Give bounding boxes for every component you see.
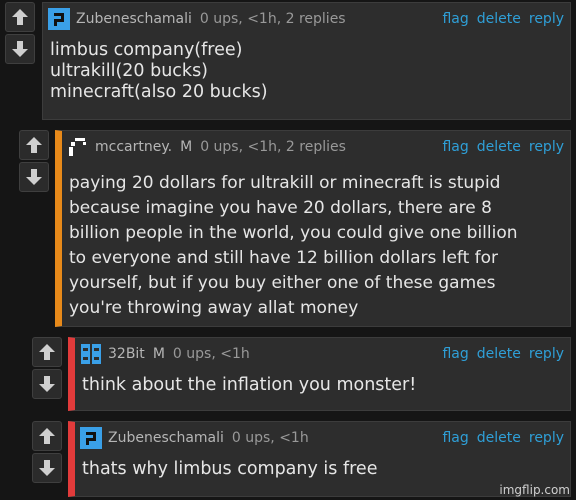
username[interactable]: Zubeneschamali	[108, 430, 224, 446]
flag-link[interactable]: flag	[442, 346, 468, 362]
downvote-button[interactable]	[32, 369, 62, 399]
downvote-button[interactable]	[5, 34, 35, 64]
downvote-icon	[39, 376, 55, 392]
comment-header: mccartney. M 0 ups, <1h, 2 replies flag …	[67, 136, 564, 158]
comment-line: minecraft(also 20 bucks)	[50, 82, 268, 102]
mod-badge: M	[152, 346, 165, 362]
comment-box: Zubeneschamali 0 ups, <1h, 2 replies fla…	[42, 2, 571, 120]
comment: mccartney. M 0 ups, <1h, 2 replies flag …	[19, 130, 571, 328]
comment-line: paying 20 dollars for ultrakill or minec…	[69, 173, 501, 193]
delete-link[interactable]: delete	[477, 346, 521, 362]
reply-link[interactable]: reply	[529, 346, 564, 362]
vote-controls	[19, 130, 53, 194]
comment-line: because imagine you have 20 dollars, the…	[69, 198, 492, 218]
comment-line: think about the inflation you monster!	[82, 375, 417, 395]
comment-body: thats why limbus company is free	[82, 459, 562, 480]
username[interactable]: 32Bit	[108, 346, 145, 362]
comment-meta: 0 ups, <1h, 2 replies	[200, 139, 346, 155]
comment: 32Bit M 0 ups, <1h flag delete reply thi…	[32, 337, 571, 412]
mod-badge: M	[180, 139, 193, 155]
vote-controls	[32, 421, 66, 485]
comment-line: to everyone and still have 12 billion do…	[69, 248, 499, 268]
downvote-icon	[26, 169, 42, 185]
watermark: imgflip.com	[499, 483, 570, 497]
avatar[interactable]	[80, 427, 102, 449]
flag-link[interactable]: flag	[442, 139, 468, 155]
username[interactable]: mccartney.	[95, 139, 172, 155]
downvote-button[interactable]	[19, 162, 49, 192]
upvote-icon	[39, 344, 55, 360]
reply-link[interactable]: reply	[529, 139, 564, 155]
flag-link[interactable]: flag	[442, 430, 468, 446]
comment-body: limbus company(free) ultrakill(20 bucks)…	[50, 40, 562, 103]
downvote-button[interactable]	[32, 453, 62, 483]
comment-line: billion people in the world, you could g…	[69, 223, 518, 243]
avatar[interactable]	[80, 343, 102, 365]
comment-box: 32Bit M 0 ups, <1h flag delete reply thi…	[68, 337, 571, 411]
upvote-icon	[39, 428, 55, 444]
comment-box: mccartney. M 0 ups, <1h, 2 replies flag …	[55, 130, 571, 327]
comment-line: you're throwing away allat money	[69, 298, 359, 318]
username[interactable]: Zubeneschamali	[76, 11, 192, 27]
delete-link[interactable]: delete	[477, 11, 521, 27]
comment: Zubeneschamali 0 ups, <1h flag delete re…	[32, 421, 571, 497]
comment-body: think about the inflation you monster!	[82, 375, 562, 396]
reply-link[interactable]: reply	[529, 430, 564, 446]
comment-line: thats why limbus company is free	[82, 459, 378, 479]
comment: Zubeneschamali 0 ups, <1h, 2 replies fla…	[5, 2, 571, 122]
upvote-button[interactable]	[19, 130, 49, 160]
comment-header: Zubeneschamali 0 ups, <1h, 2 replies fla…	[48, 8, 564, 30]
delete-link[interactable]: delete	[477, 139, 521, 155]
comment-line: limbus company(free)	[50, 40, 243, 60]
comment-header: Zubeneschamali 0 ups, <1h flag delete re…	[80, 427, 564, 449]
comment-meta: 0 ups, <1h, 2 replies	[199, 11, 346, 27]
comment-meta: 0 ups, <1h	[172, 346, 250, 362]
delete-link[interactable]: delete	[477, 430, 521, 446]
comment-line: yourself, but if you buy either one of t…	[69, 273, 496, 293]
vote-controls	[32, 337, 66, 401]
upvote-icon	[26, 137, 42, 153]
comment-actions: flag delete reply	[442, 139, 564, 155]
upvote-icon	[12, 9, 28, 25]
flag-link[interactable]: flag	[442, 11, 468, 27]
comment-meta: 0 ups, <1h	[231, 430, 309, 446]
comment-actions: flag delete reply	[442, 346, 564, 362]
downvote-icon	[39, 460, 55, 476]
avatar[interactable]	[48, 8, 70, 30]
upvote-button[interactable]	[32, 337, 62, 367]
comment-header: 32Bit M 0 ups, <1h flag delete reply	[80, 343, 564, 365]
vote-controls	[5, 2, 39, 66]
comment-box: Zubeneschamali 0 ups, <1h flag delete re…	[68, 421, 571, 497]
avatar[interactable]	[67, 136, 89, 158]
downvote-icon	[12, 41, 28, 57]
upvote-button[interactable]	[5, 2, 35, 32]
comment-actions: flag delete reply	[442, 11, 564, 27]
upvote-button[interactable]	[32, 421, 62, 451]
comment-body: paying 20 dollars for ultrakill or minec…	[69, 171, 562, 321]
comment-line: ultrakill(20 bucks)	[50, 61, 209, 81]
comment-actions: flag delete reply	[442, 430, 564, 446]
reply-link[interactable]: reply	[529, 11, 564, 27]
